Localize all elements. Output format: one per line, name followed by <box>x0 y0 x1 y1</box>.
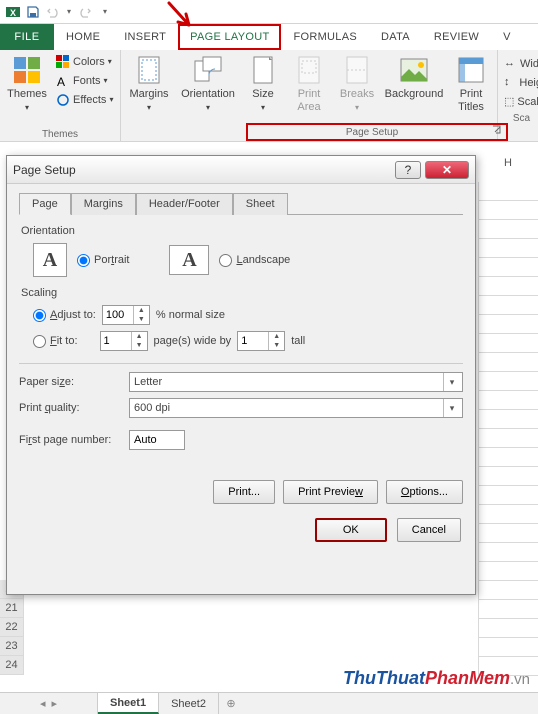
portrait-icon: A <box>33 243 67 277</box>
dialog-title-text: Page Setup <box>13 163 76 177</box>
sheet-nav[interactable]: ◂▸ <box>0 693 98 714</box>
orientation-button[interactable]: Orientation▾ <box>177 52 239 114</box>
sheet-tab-2[interactable]: Sheet2 <box>159 693 219 714</box>
breaks-button[interactable]: Breaks▾ <box>335 52 379 114</box>
quick-access-toolbar: X ▾ ▾ <box>0 0 538 24</box>
redo-icon[interactable] <box>76 3 94 21</box>
dialog-tabs: Page Margins Header/Footer Sheet <box>19 192 463 215</box>
grid-cells[interactable] <box>478 182 538 692</box>
landscape-radio[interactable]: Landscape <box>219 254 290 267</box>
fit-wide-spinner[interactable]: ▲▼ <box>100 331 148 351</box>
svg-text:A: A <box>57 75 65 88</box>
scale-percent[interactable]: ⬚Scale <box>502 92 538 111</box>
ribbon-tabs: FILE HOME INSERT PAGE LAYOUT FORMULAS DA… <box>0 24 538 50</box>
qat-customize-icon[interactable]: ▾ <box>96 3 114 21</box>
scaling-section-title: Scaling <box>21 287 461 299</box>
print-area-button[interactable]: Print Area <box>287 52 331 114</box>
fit-mid-label: page(s) wide by <box>154 335 232 347</box>
dtab-headerfooter[interactable]: Header/Footer <box>136 193 233 215</box>
themes-button[interactable]: Themes▾ <box>4 52 50 114</box>
effects-label: Effects <box>73 94 106 106</box>
fonts-label: Fonts <box>73 75 101 87</box>
fit-tall-label: tall <box>291 335 305 347</box>
tab-view-partial[interactable]: V <box>491 24 523 50</box>
background-button[interactable]: Background <box>383 52 445 101</box>
background-label: Background <box>385 88 444 101</box>
close-button[interactable]: ✕ <box>425 161 469 179</box>
fit-tall-spinner[interactable]: ▲▼ <box>237 331 285 351</box>
save-icon[interactable] <box>24 3 42 21</box>
margins-button[interactable]: Margins▾ <box>125 52 173 114</box>
cancel-button[interactable]: Cancel <box>397 518 461 542</box>
orientation-section-title: Orientation <box>21 225 461 237</box>
page-setup-dialog: Page Setup ? ✕ Page Margins Header/Foote… <box>6 155 476 595</box>
excel-icon: X <box>4 3 22 21</box>
themes-label: Themes <box>7 88 47 100</box>
tab-review[interactable]: REVIEW <box>422 24 491 50</box>
dtab-sheet[interactable]: Sheet <box>233 193 288 215</box>
scale-height[interactable]: ↕Heig <box>502 73 538 92</box>
svg-text:X: X <box>10 8 16 18</box>
dialog-titlebar[interactable]: Page Setup ? ✕ <box>7 156 475 184</box>
print-quality-label: Print quality: <box>19 402 123 414</box>
dtab-page[interactable]: Page <box>19 193 71 215</box>
orientation-label: Orientation <box>181 88 235 100</box>
paper-size-combo[interactable]: Letter <box>129 372 463 392</box>
landscape-icon: A <box>169 245 209 275</box>
print-area-label: Print Area <box>297 88 320 114</box>
scale-width[interactable]: ↔Widt <box>502 54 538 73</box>
sheet-tab-bar: ◂▸ Sheet1 Sheet2 ⊕ <box>0 692 538 714</box>
new-sheet-button[interactable]: ⊕ <box>219 693 243 714</box>
print-quality-combo[interactable]: 600 dpi <box>129 398 463 418</box>
tab-formulas[interactable]: FORMULAS <box>281 24 369 50</box>
themes-group-label: Themes <box>4 127 116 141</box>
tab-insert[interactable]: INSERT <box>112 24 178 50</box>
tab-home[interactable]: HOME <box>54 24 112 50</box>
ok-button[interactable]: OK <box>315 518 387 542</box>
first-page-input[interactable] <box>129 430 185 450</box>
print-button[interactable]: Print... <box>213 480 275 504</box>
size-button[interactable]: Size▾ <box>243 52 283 114</box>
colors-label: Colors <box>73 56 105 68</box>
undo-dropdown-icon[interactable]: ▾ <box>64 3 74 21</box>
portrait-radio[interactable]: Portrait <box>77 254 129 267</box>
help-button[interactable]: ? <box>395 161 421 179</box>
tab-file[interactable]: FILE <box>0 24 54 50</box>
print-titles-label: Print Titles <box>458 88 484 114</box>
margins-label: Margins <box>129 88 168 100</box>
tab-page-layout[interactable]: PAGE LAYOUT <box>178 24 281 50</box>
scale-group-label: Sca <box>502 111 538 125</box>
options-button[interactable]: Options... <box>386 480 463 504</box>
size-label: Size <box>252 88 273 100</box>
fonts-button[interactable]: AFonts ▾ <box>54 71 116 90</box>
sheet-tab-1[interactable]: Sheet1 <box>98 693 159 714</box>
adjust-suffix: % normal size <box>156 309 225 321</box>
first-page-label: First page number: <box>19 434 123 446</box>
adjust-to-radio[interactable]: Adjust to: <box>33 309 96 322</box>
page-setup-group-label: Page Setup <box>246 123 508 141</box>
ribbon-content: Themes▾ Colors ▾ AFonts ▾ Effects ▾ Them… <box>0 50 538 142</box>
adjust-spinner[interactable]: ▲▼ <box>102 305 150 325</box>
effects-button[interactable]: Effects ▾ <box>54 90 116 109</box>
breaks-label: Breaks <box>340 88 374 100</box>
fit-to-radio[interactable]: Fit to: <box>33 335 78 348</box>
paper-size-label: Paper size: <box>19 376 123 388</box>
undo-icon[interactable] <box>44 3 62 21</box>
column-header-h[interactable]: H <box>478 157 538 169</box>
print-titles-button[interactable]: Print Titles <box>449 52 493 114</box>
print-preview-button[interactable]: Print Preview <box>283 480 378 504</box>
colors-button[interactable]: Colors ▾ <box>54 52 116 71</box>
dtab-margins[interactable]: Margins <box>71 193 136 215</box>
tab-data[interactable]: DATA <box>369 24 422 50</box>
page-setup-launcher-icon[interactable] <box>491 124 503 136</box>
